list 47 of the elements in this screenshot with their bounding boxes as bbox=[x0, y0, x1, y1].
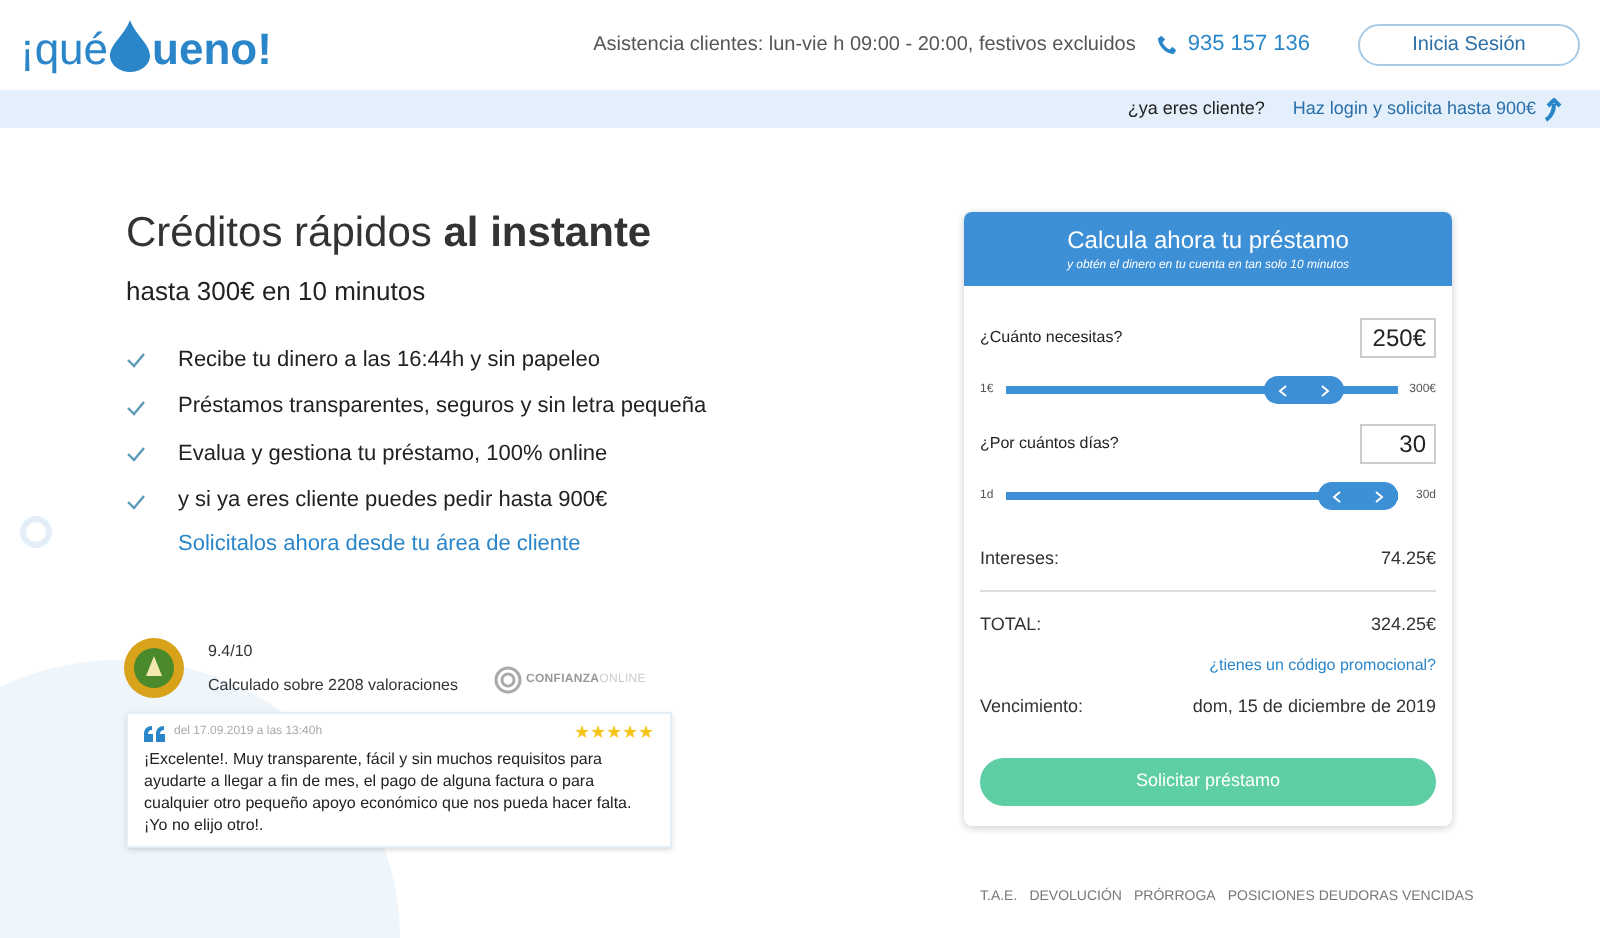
value-field[interactable]: 30 bbox=[1360, 424, 1436, 464]
total-value: 324.25€ bbox=[1370, 611, 1436, 637]
star-icon: ★ bbox=[574, 724, 590, 743]
hero-title: Créditos rápidos al instante bbox=[126, 208, 654, 260]
benefit-text: y si ya eres cliente puedes pedir hasta 900€ bbox=[178, 486, 608, 517]
star-icon: ★ bbox=[638, 724, 654, 743]
quote-icon bbox=[144, 725, 166, 742]
login-button[interactable]: Inicia Sesión bbox=[1358, 24, 1580, 66]
logo-text: ueno! bbox=[152, 27, 272, 71]
star-icon: ★ bbox=[590, 724, 606, 743]
slider-thumb[interactable] bbox=[1264, 376, 1345, 404]
review-text: ¡Excelente!. Muy transparente, fácil y sin muchos requisitos para ayudarte a llegar a fin de mes, el pago de alguna factura o para cualquier otro pequeño apoyo económico que nos pueda hacer falta. ¡Yo no elijo otro!. bbox=[144, 748, 634, 837]
calculator-title: Calcula ahora tu préstamo bbox=[1067, 224, 1349, 258]
trust-seal-icon bbox=[493, 666, 522, 695]
phone-number[interactable]: 935 157 136 bbox=[1187, 28, 1310, 62]
client-area-link[interactable]: Solicitalos ahora desde tu área de cliente bbox=[178, 527, 840, 561]
slider-thumb[interactable] bbox=[1318, 482, 1398, 510]
star-icon: ★ bbox=[622, 724, 638, 743]
client-question: ¿ya eres cliente? bbox=[1127, 95, 1265, 122]
check-icon bbox=[126, 399, 146, 415]
due-date-value: dom, 15 de diciembre de 2019 bbox=[1192, 694, 1436, 720]
check-icon bbox=[126, 493, 146, 509]
check-icon bbox=[126, 352, 146, 368]
arrow-icon bbox=[1544, 97, 1564, 121]
phone-icon bbox=[1155, 34, 1178, 56]
slider-label: ¿Cuánto necesitas? bbox=[980, 326, 1123, 350]
star-icon: ★ bbox=[606, 724, 622, 743]
hero-subtitle: hasta 300€ en 10 minutos bbox=[126, 274, 428, 311]
benefit-text: Préstamos transparentes, seguros y sin letra pequeña bbox=[178, 392, 707, 423]
interest-value: 74.25€ bbox=[1380, 546, 1436, 572]
rating-score: 9.4/10 bbox=[208, 639, 255, 664]
login-link[interactable]: Haz login y solicita hasta 900€ bbox=[1292, 95, 1536, 123]
support-hours: Asistencia clientes: lun-vie h 09:00 - 20:00, festivos excluidos bbox=[593, 32, 1136, 60]
drop-icon bbox=[108, 19, 153, 71]
ring-decoration bbox=[20, 516, 52, 548]
check-icon bbox=[126, 446, 146, 462]
slider-label: ¿Por cuántos días? bbox=[980, 432, 1119, 456]
total-label: TOTAL: bbox=[980, 611, 1042, 637]
logo-text: ¡qué bbox=[20, 27, 109, 71]
interest-label: Intereses: bbox=[980, 546, 1060, 572]
benefit-text: Recibe tu dinero a las 16:44h y sin papeleo bbox=[178, 345, 600, 376]
promo-code-link[interactable]: ¿tienes un código promocional? bbox=[1209, 654, 1436, 678]
value-field[interactable]: 250€ bbox=[1360, 318, 1436, 358]
rating-caption: Calculado sobre 2208 valoraciones bbox=[208, 673, 458, 698]
due-date-label: Vencimiento: bbox=[980, 694, 1084, 720]
benefit-text: Evalua y gestiona tu préstamo, 100% online bbox=[178, 439, 608, 470]
award-badge-icon bbox=[122, 636, 186, 701]
